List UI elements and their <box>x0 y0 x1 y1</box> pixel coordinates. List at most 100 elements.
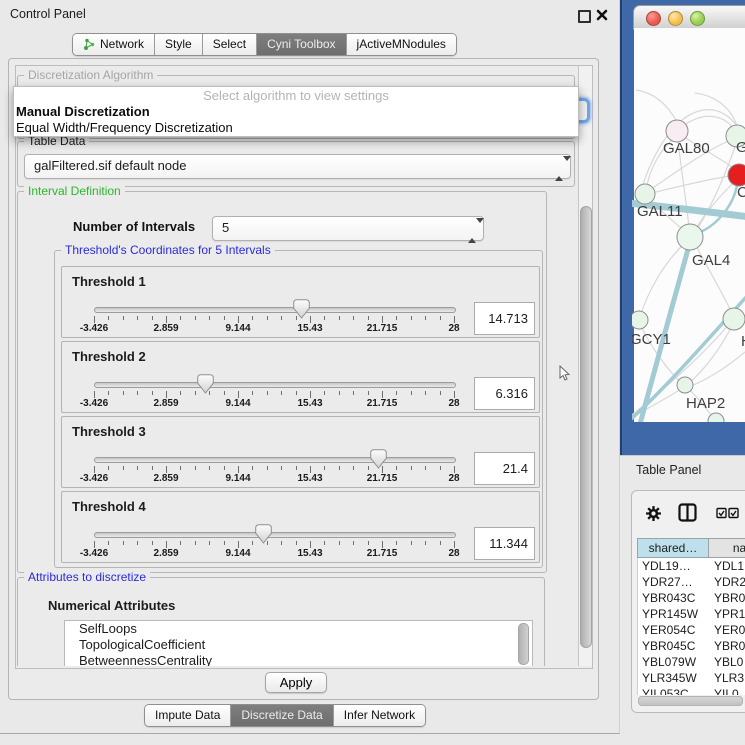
slider-track[interactable] <box>94 457 456 463</box>
attribute-item[interactable]: TopologicalCoefficient <box>65 637 532 653</box>
list-scrollbar[interactable] <box>518 623 529 665</box>
tick-mark <box>108 466 109 470</box>
table-row[interactable]: YLR345WYLR3 <box>638 670 745 686</box>
tick-mark <box>152 466 153 470</box>
table-row[interactable]: YBL079WYBL0 <box>638 654 745 670</box>
threshold-panel: Threshold 1 -3.4262.8599.14415.4321.7152… <box>61 266 540 338</box>
tick-mark <box>339 466 340 470</box>
numerical-attributes-list[interactable]: SelfLoopsTopologicalCoefficientBetweenne… <box>64 620 533 666</box>
tick-mark <box>123 316 124 320</box>
table-data-combo[interactable]: galFiltered.sif default node <box>24 154 571 179</box>
tick-mark <box>224 316 225 320</box>
tick-mark <box>166 316 167 323</box>
vertical-scrollbar-thumb[interactable] <box>580 206 592 648</box>
table-row[interactable]: YPR145WYPR1 <box>638 606 745 622</box>
table-row[interactable]: YDR27…YDR2 <box>638 574 745 590</box>
combo-stepper-icon <box>468 223 477 235</box>
column-header-name[interactable]: na <box>709 538 745 558</box>
apply-button[interactable]: Apply <box>265 672 327 693</box>
number-of-intervals-value: 5 <box>222 217 229 239</box>
tab-network[interactable]: Network <box>73 34 155 55</box>
cyni-mode-tabs: Impute DataDiscretize DataInfer Network <box>144 704 426 727</box>
table-cell[interactable]: YBR045C <box>638 638 710 654</box>
slider-tick-labels: -3.4262.8599.14415.4321.71528 <box>62 323 539 335</box>
table-header-row: shared… na <box>637 538 745 558</box>
tab-select[interactable]: Select <box>203 34 257 55</box>
tick-mark <box>425 391 426 395</box>
window-title: Control Panel <box>10 7 86 21</box>
vertical-scrollbar[interactable] <box>578 66 592 666</box>
table-cell[interactable]: YBL079W <box>638 654 710 670</box>
tab-style[interactable]: Style <box>155 34 203 55</box>
table-cell[interactable]: YDR2 <box>710 574 745 590</box>
tick-mark <box>123 391 124 395</box>
table-row[interactable]: YBR045CYBR0 <box>638 638 745 654</box>
columns-icon[interactable] <box>678 503 697 522</box>
table-cell[interactable]: YBL0 <box>710 654 745 670</box>
tick-mark <box>411 466 412 470</box>
table-cell[interactable]: YDR27… <box>638 574 710 590</box>
slider-track[interactable] <box>94 382 456 388</box>
tick-label: 9.144 <box>208 323 268 334</box>
number-of-intervals-combo[interactable]: 5 <box>212 216 484 241</box>
table-cell[interactable]: YER054C <box>638 622 710 638</box>
threshold-value-field[interactable]: 21.4 <box>474 452 535 485</box>
slider-tick-labels: -3.4262.8599.14415.4321.71528 <box>62 398 539 410</box>
close-button[interactable] <box>646 11 661 26</box>
tick-mark <box>195 391 196 395</box>
table-cell[interactable]: YLR3 <box>710 670 745 686</box>
table-cell[interactable]: YPR145W <box>638 606 710 622</box>
tick-label: -3.426 <box>64 473 124 484</box>
close-icon[interactable] <box>596 9 608 21</box>
table-cell[interactable]: YBR0 <box>710 638 745 654</box>
table-row[interactable]: YBR043CYBR0 <box>638 590 745 606</box>
tick-mark <box>382 466 383 473</box>
table-row[interactable]: YER054CYER0 <box>638 622 745 638</box>
attribute-item[interactable]: BetweennessCentrality <box>65 653 532 666</box>
table-cell[interactable]: YBR043C <box>638 590 710 606</box>
tick-mark <box>440 391 441 395</box>
popup-item-manual-discretization[interactable]: Manual Discretization <box>14 104 578 120</box>
table-cell[interactable]: YLR345W <box>638 670 710 686</box>
zoom-button[interactable] <box>690 11 705 26</box>
table-cell[interactable]: YBR0 <box>710 590 745 606</box>
table-cell[interactable]: YPR1 <box>710 606 745 622</box>
tab-discretize-data[interactable]: Discretize Data <box>231 705 333 726</box>
table-cell[interactable]: YER0 <box>710 622 745 638</box>
tick-label: 15.43 <box>280 473 340 484</box>
table-cell[interactable]: YIL053C <box>638 686 710 695</box>
tick-label: 15.43 <box>280 323 340 334</box>
popup-item-equal-width-frequency-discretization[interactable]: Equal Width/Frequency Discretization <box>14 120 578 136</box>
tab-impute-data[interactable]: Impute Data <box>145 705 231 726</box>
popup-items: Manual DiscretizationEqual Width/Frequen… <box>14 104 578 136</box>
horizontal-scrollbar[interactable] <box>638 696 743 706</box>
table-cell[interactable]: YIL0 <box>710 686 745 695</box>
gear-icon[interactable] <box>645 505 662 522</box>
node-table: shared… na YDL19…YDL1YDR27…YDR2YBR043CYB… <box>637 538 745 695</box>
slider-tick-labels: -3.4262.8599.14415.4321.71528 <box>62 548 539 560</box>
slider-track[interactable] <box>94 307 456 313</box>
attribute-item[interactable]: SelfLoops <box>65 621 532 637</box>
table-row[interactable]: YIL053CYIL0 <box>638 686 745 695</box>
checkboxes-icon[interactable] <box>716 507 740 519</box>
network-canvas[interactable] <box>634 28 745 422</box>
slider-track[interactable] <box>94 532 456 538</box>
threshold-value-field[interactable]: 6.316 <box>474 377 535 410</box>
tick-mark <box>411 541 412 545</box>
minimize-button[interactable] <box>668 11 683 26</box>
tab-jactivemnodules[interactable]: jActiveMNodules <box>347 34 456 55</box>
column-header-shared-name[interactable]: shared… <box>637 538 709 558</box>
threshold-value-field[interactable]: 14.713 <box>474 302 535 335</box>
tick-mark <box>396 466 397 470</box>
tab-infer-network[interactable]: Infer Network <box>334 705 425 726</box>
table-row[interactable]: YDL19…YDL1 <box>638 558 745 574</box>
tick-mark <box>324 541 325 545</box>
network-window-titlebar[interactable] <box>633 5 745 30</box>
table-cell[interactable]: YDL1 <box>710 558 745 574</box>
float-icon[interactable] <box>578 10 591 23</box>
tick-mark <box>267 541 268 545</box>
table-cell[interactable]: YDL19… <box>638 558 710 574</box>
threshold-value-field[interactable]: 11.344 <box>474 527 535 560</box>
tick-mark <box>382 316 383 323</box>
tab-cyni-toolbox[interactable]: Cyni Toolbox <box>257 34 346 55</box>
